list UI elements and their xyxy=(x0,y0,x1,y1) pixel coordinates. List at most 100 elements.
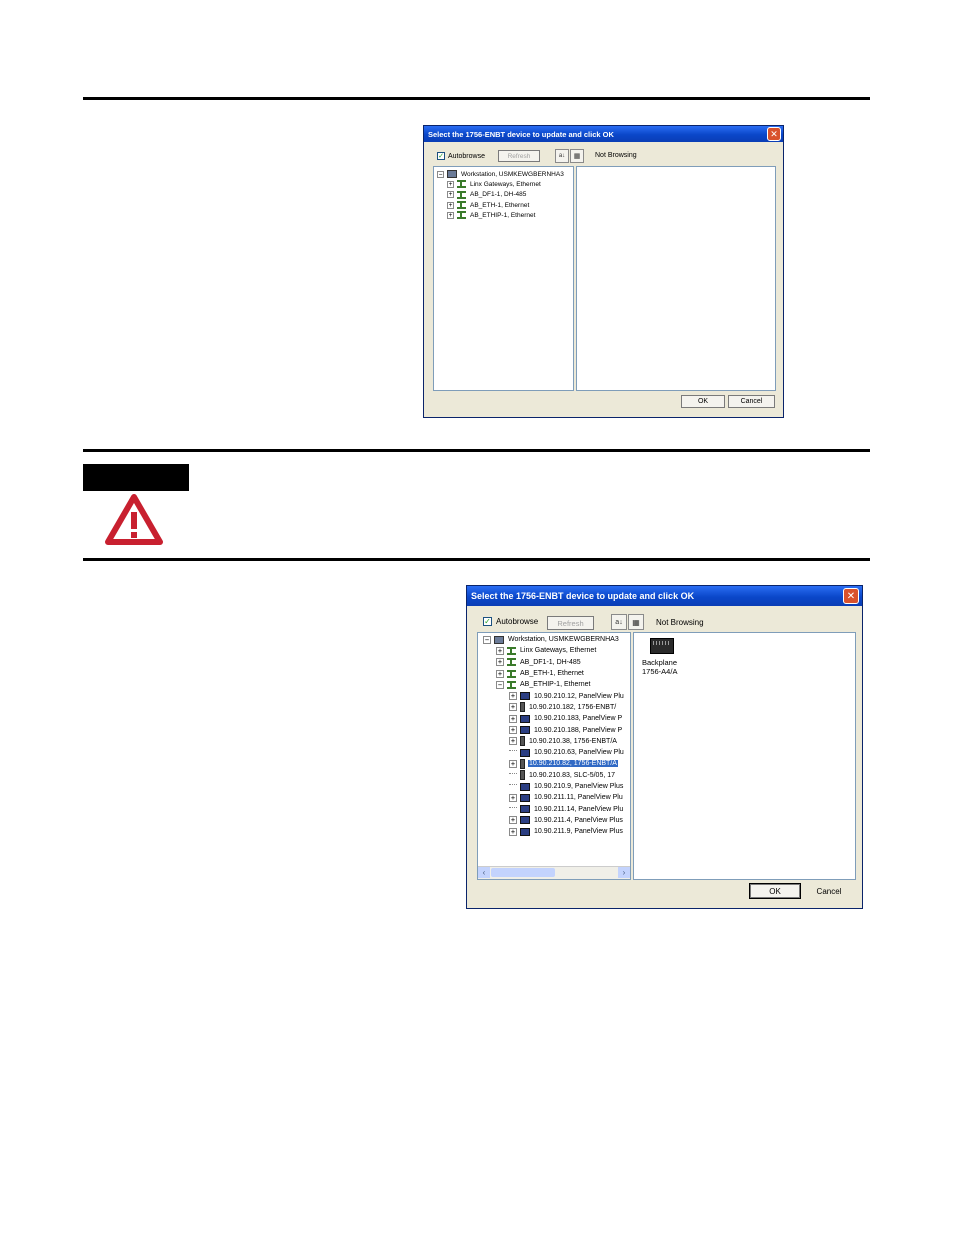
tree-connector xyxy=(509,770,517,774)
module-icon xyxy=(520,770,525,781)
expand-icon[interactable]: + xyxy=(509,726,517,735)
tree-item[interactable]: 10.90.210.63, PanelView Plu xyxy=(509,747,625,758)
tree-item[interactable]: + AB_ETH-1, Ethernet xyxy=(496,668,585,679)
tree-item-label: 10.90.210.38, 1756-ENBT/A xyxy=(529,737,617,745)
network-icon xyxy=(457,201,466,210)
bottom-rule xyxy=(83,558,870,561)
tree-item[interactable]: + AB_DF1-1, DH-485 xyxy=(447,190,527,200)
tree-item[interactable]: +10.90.210.38, 1756-ENBT/A xyxy=(509,736,618,747)
close-icon[interactable]: ✕ xyxy=(843,588,859,604)
browse-status: Not Browsing xyxy=(656,618,704,627)
workstation-icon xyxy=(447,170,457,179)
tree-item-label: 10.90.210.183, PanelView P xyxy=(534,715,623,723)
scroll-thumb[interactable] xyxy=(491,868,555,877)
tree-item[interactable]: + Linx Gateways, Ethernet xyxy=(447,179,542,189)
panelview-icon xyxy=(520,782,530,791)
expand-icon[interactable]: + xyxy=(509,703,517,712)
autobrowse-checkbox[interactable]: ✓ Autobrowse xyxy=(483,617,538,626)
expand-icon[interactable]: + xyxy=(509,793,517,802)
network-icon xyxy=(507,680,516,689)
expand-icon[interactable]: + xyxy=(509,827,517,836)
device-item-backplane[interactable]: Backplane 1756-A4/A xyxy=(642,638,677,676)
tree-item[interactable]: +10.90.210.182, 1756-ENBT/ xyxy=(509,702,617,713)
ok-button[interactable]: OK xyxy=(749,883,801,899)
tree-item[interactable]: 10.90.210.83, SLC-5/05, 17 xyxy=(509,770,616,781)
scroll-right-icon[interactable]: › xyxy=(618,867,630,878)
middle-rule xyxy=(83,449,870,452)
expand-icon[interactable]: + xyxy=(447,211,454,219)
tree-item-label: AB_DF1-1, DH-485 xyxy=(470,191,527,199)
tree-connector xyxy=(509,747,517,751)
expand-icon[interactable]: + xyxy=(447,191,454,199)
collapse-icon[interactable]: − xyxy=(496,680,504,689)
expand-icon[interactable]: + xyxy=(509,816,517,825)
network-tree[interactable]: − Workstation, USMKEWGBERNHA3 + Linx Gatewa… xyxy=(477,632,631,880)
tree-item[interactable]: +10.90.211.4, PanelView Plus xyxy=(509,815,624,826)
network-icon xyxy=(457,190,466,199)
collapse-icon[interactable]: − xyxy=(483,635,491,644)
tree-item[interactable]: +10.90.210.183, PanelView P xyxy=(509,713,623,724)
tree-item-label: 10.90.210.9, PanelView Plus xyxy=(534,783,624,791)
tree-item-label: 10.90.210.12, PanelView Plu xyxy=(534,692,624,700)
expand-icon[interactable]: + xyxy=(496,646,504,655)
checkbox-icon: ✓ xyxy=(437,152,445,160)
expand-icon[interactable]: + xyxy=(509,759,517,768)
tree-item[interactable]: − Workstation, USMKEWGBERNHA3 xyxy=(437,169,565,179)
top-rule xyxy=(83,97,870,100)
backplane-icon xyxy=(650,638,674,654)
tree-item-label: Linx Gateways, Ethernet xyxy=(470,180,541,188)
tree-item[interactable]: + AB_DF1-1, DH-485 xyxy=(496,657,582,668)
device-pane[interactable] xyxy=(576,166,776,391)
ok-button[interactable]: OK xyxy=(681,395,725,408)
top-dialog-titlebar: Select the 1756-ENBT device to update an… xyxy=(424,126,783,142)
tree-item[interactable]: − Workstation, USMKEWGBERNHA3 xyxy=(483,634,620,645)
top-dialog: Select the 1756-ENBT device to update an… xyxy=(423,125,784,418)
expand-icon[interactable]: + xyxy=(447,201,454,209)
cancel-button[interactable]: Cancel xyxy=(804,883,854,899)
horizontal-scrollbar[interactable]: ‹ › xyxy=(478,866,630,879)
expand-icon[interactable]: + xyxy=(509,737,517,746)
tree-item[interactable]: 10.90.210.9, PanelView Plus xyxy=(509,781,624,792)
warning-triangle-icon xyxy=(105,494,163,545)
collapse-icon[interactable]: − xyxy=(437,170,444,178)
close-icon[interactable]: ✕ xyxy=(767,127,781,141)
tree-item-label: AB_ETH-1, Ethernet xyxy=(470,201,530,209)
tree-item[interactable]: + Linx Gateways, Ethernet xyxy=(496,645,597,656)
network-tree[interactable]: − Workstation, USMKEWGBERNHA3 + Linx Gatewa… xyxy=(433,166,574,391)
tree-item[interactable]: − AB_ETHIP-1, Ethernet xyxy=(496,679,591,690)
tree-item[interactable]: 10.90.211.14, PanelView Plu xyxy=(509,804,624,815)
expand-icon[interactable]: + xyxy=(509,714,517,723)
tree-item[interactable]: +10.90.211.9, PanelView Plus xyxy=(509,826,624,837)
tree-item-label: 10.90.210.182, 1756-ENBT/ xyxy=(529,703,617,711)
panelview-icon xyxy=(520,748,530,757)
grid-view-icon[interactable]: ▦ xyxy=(628,614,644,630)
refresh-button[interactable]: Refresh xyxy=(498,150,540,162)
device-pane[interactable]: Backplane 1756-A4/A xyxy=(633,632,856,880)
tree-item[interactable]: +10.90.210.82, 1756-ENBT/A xyxy=(509,758,618,769)
module-icon xyxy=(520,702,525,713)
tree-connector xyxy=(509,804,517,808)
expand-icon[interactable]: + xyxy=(496,658,504,667)
refresh-button[interactable]: Refresh xyxy=(547,616,594,630)
tree-item[interactable]: +10.90.210.188, PanelView P xyxy=(509,724,623,735)
sort-icon[interactable]: a↓ xyxy=(555,149,569,163)
expand-icon[interactable]: + xyxy=(509,692,517,701)
network-icon xyxy=(507,669,516,678)
tree-item[interactable]: + AB_ETHIP-1, Ethernet xyxy=(447,210,536,220)
tree-item[interactable]: +10.90.211.11, PanelView Plu xyxy=(509,792,624,803)
panelview-icon xyxy=(520,793,530,802)
tree-item-label: Linx Gateways, Ethernet xyxy=(520,647,597,655)
expand-icon[interactable]: + xyxy=(496,669,504,678)
network-icon xyxy=(507,658,516,667)
sort-icon[interactable]: a↓ xyxy=(611,614,627,630)
tree-item[interactable]: + AB_ETH-1, Ethernet xyxy=(447,200,530,210)
scroll-left-icon[interactable]: ‹ xyxy=(478,867,490,878)
autobrowse-label: Autobrowse xyxy=(448,152,485,160)
tree-item-label: 10.90.211.9, PanelView Plus xyxy=(534,828,623,836)
panelview-icon xyxy=(520,726,530,735)
cancel-button[interactable]: Cancel xyxy=(728,395,775,408)
grid-view-icon[interactable]: ▦ xyxy=(570,149,584,163)
tree-item[interactable]: +10.90.210.12, PanelView Plu xyxy=(509,691,625,702)
expand-icon[interactable]: + xyxy=(447,180,454,188)
autobrowse-checkbox[interactable]: ✓ Autobrowse xyxy=(437,152,485,160)
